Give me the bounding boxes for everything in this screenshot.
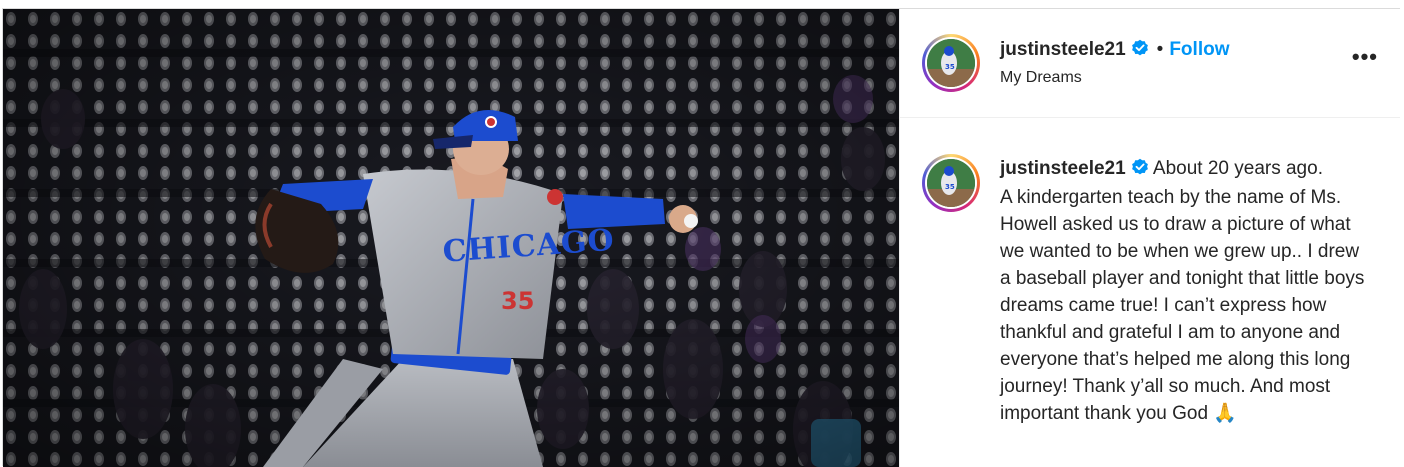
caption-avatar[interactable]: 35 (922, 154, 980, 212)
caption-section: 35 justinsteele21 About 20 years ago. A … (900, 117, 1400, 467)
caption-avatar-border: 35 (925, 157, 977, 209)
caption-text-block: justinsteele21 About 20 years ago. A kin… (1000, 155, 1370, 427)
avatar-image: 35 (927, 39, 975, 87)
jersey-number: 35 (501, 287, 534, 315)
caption-text: About 20 years ago. A kindergarten teach… (1000, 158, 1365, 424)
more-options-icon[interactable]: ••• (1352, 46, 1378, 68)
avatar-border: 35 (925, 37, 977, 89)
pitcher-photo: CHICAGO 35 (3, 9, 899, 467)
instagram-post: CHICAGO 35 35 justinsteele21 • Follow My… (2, 8, 1400, 467)
avatar[interactable]: 35 (922, 34, 980, 92)
post-location[interactable]: My Dreams (1000, 69, 1082, 87)
header-separator: • (1156, 39, 1164, 60)
caption-username-link[interactable]: justinsteele21 (1000, 158, 1126, 179)
caption-verified-badge-icon (1131, 157, 1149, 184)
post-sidebar: 35 justinsteele21 •Follow My Dreams ••• (899, 9, 1400, 467)
header-title-row: justinsteele21 • Follow (1000, 39, 1229, 63)
follow-button[interactable]: Follow (1169, 39, 1229, 60)
post-header: 35 justinsteele21 • Follow My Dreams ••• (900, 9, 1400, 118)
svg-text:35: 35 (945, 183, 955, 191)
post-photo[interactable]: CHICAGO 35 (3, 9, 899, 467)
svg-text:35: 35 (945, 63, 955, 71)
caption-avatar-image: 35 (927, 159, 975, 207)
verified-badge-icon (1131, 39, 1149, 63)
username-link[interactable]: justinsteele21 (1000, 39, 1126, 60)
